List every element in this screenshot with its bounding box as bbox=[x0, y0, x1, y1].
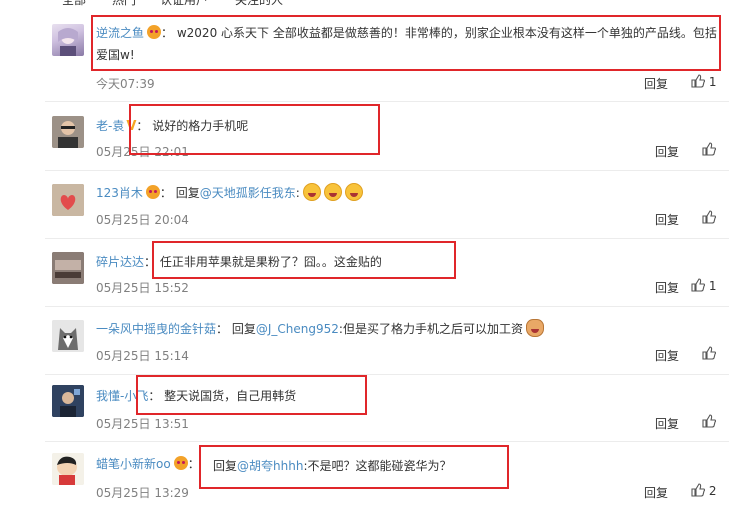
avatar[interactable] bbox=[52, 320, 84, 352]
mention-link[interactable]: @J_Cheng952 bbox=[256, 322, 339, 336]
comment-content: 碎片达达： 任正非用苹果就是果粉了？囧。。这金贴的 bbox=[96, 255, 382, 269]
comment-time: 今天07:39 bbox=[96, 77, 155, 91]
avatar[interactable] bbox=[52, 453, 84, 485]
comment-content: 老-袁 V： 说好的格力手机呢 bbox=[96, 115, 721, 138]
laughing-emoji-icon bbox=[344, 183, 363, 201]
comment-text: 任正非用苹果就是果粉了？囧。。这金贴的 bbox=[159, 255, 382, 269]
comment-username[interactable]: 蜡笔小新新oo bbox=[96, 457, 171, 471]
comment-content: 一朵风中摇曳的金针菇： 回复@J_Cheng952:但是买了格力手机之后可以加工… bbox=[96, 318, 721, 340]
thumbs-up-icon bbox=[691, 278, 705, 292]
comment-username[interactable]: 碎片达达 bbox=[96, 255, 144, 269]
filter-tabs: 全部 热门 认证用户 关注的人 bbox=[0, 0, 751, 8]
tab-all[interactable]: 全部 bbox=[62, 0, 86, 8]
reply-prefix: 回复 bbox=[231, 322, 256, 336]
verified-v-icon: V bbox=[126, 119, 137, 134]
like-button[interactable]: 1 bbox=[691, 278, 716, 293]
comment-username[interactable]: 我懂-小飞 bbox=[96, 389, 148, 403]
laughing-emoji-icon bbox=[323, 183, 342, 201]
comment-content: 我懂-小飞： 整天说国货，自己用韩货 bbox=[96, 389, 297, 403]
reply-button[interactable]: 回复 bbox=[655, 415, 679, 432]
like-button[interactable] bbox=[702, 210, 716, 225]
reply-button[interactable]: 回复 bbox=[655, 347, 679, 364]
like-button[interactable] bbox=[702, 414, 716, 429]
divider bbox=[45, 101, 729, 102]
like-button[interactable]: 1 bbox=[691, 74, 716, 89]
reply-button[interactable]: 回复 bbox=[655, 211, 679, 228]
thumbs-up-icon bbox=[702, 210, 716, 224]
like-button[interactable] bbox=[702, 346, 716, 361]
avatar[interactable] bbox=[52, 116, 84, 148]
tab-hot[interactable]: 热门 bbox=[112, 0, 136, 8]
reply-prefix: 回复 bbox=[175, 186, 200, 200]
like-button[interactable]: 2 bbox=[691, 483, 716, 498]
crown-badge-icon bbox=[173, 456, 188, 470]
divider bbox=[45, 170, 729, 171]
crown-badge-icon bbox=[145, 185, 160, 199]
comment-text: w2020 心系天下 全部收益都是做慈善的！非常棒的，别家企业根本没有这样一个单… bbox=[96, 26, 717, 62]
comment-text: : bbox=[295, 186, 300, 200]
avatar[interactable] bbox=[52, 385, 84, 417]
comment-username[interactable]: 老-袁 bbox=[96, 119, 124, 133]
divider bbox=[45, 374, 729, 375]
comment-username[interactable]: 逆流之鱼 bbox=[96, 26, 144, 40]
like-count: 1 bbox=[708, 279, 717, 293]
comment-time: 05月25日 15:14 bbox=[96, 349, 189, 363]
avatar[interactable] bbox=[52, 252, 84, 284]
tab-following[interactable]: 关注的人 bbox=[235, 0, 283, 8]
like-count: 1 bbox=[708, 75, 717, 89]
comment-content: 逆流之鱼： w2020 心系天下 全部收益都是做慈善的！非常棒的，别家企业根本没… bbox=[96, 25, 717, 62]
thumbs-up-icon bbox=[702, 142, 716, 156]
avatar[interactable] bbox=[52, 24, 84, 56]
laughing-emoji-icon bbox=[302, 183, 321, 201]
comment-time: 05月25日 22:01 bbox=[96, 145, 189, 159]
cat-emoji-icon bbox=[525, 319, 544, 337]
comment-text: :不是吧？这都能碰瓷华为？ bbox=[303, 459, 452, 473]
reply-button[interactable]: 回复 bbox=[644, 75, 668, 92]
comment-text: 整天说国货，自己用韩货 bbox=[164, 389, 297, 403]
comment-body: 回复@胡夸hhhh:不是吧？这都能碰瓷华为？ bbox=[213, 455, 721, 477]
divider bbox=[45, 238, 729, 239]
comment-content: 123肖木： 回复@天地孤影任我东: bbox=[96, 182, 721, 204]
tab-verified[interactable]: 认证用户 bbox=[160, 0, 208, 8]
comment-time: 05月25日 13:51 bbox=[96, 417, 189, 431]
comment-username[interactable]: 123肖木 bbox=[96, 186, 143, 200]
comment-username[interactable]: 一朵风中摇曳的金针菇 bbox=[96, 322, 216, 336]
mention-link[interactable]: @胡夸hhhh bbox=[237, 459, 303, 473]
thumbs-up-icon bbox=[691, 483, 705, 497]
divider bbox=[45, 441, 729, 442]
reply-button[interactable]: 回复 bbox=[655, 279, 679, 296]
avatar[interactable] bbox=[52, 184, 84, 216]
thumbs-up-icon bbox=[702, 346, 716, 360]
mention-link[interactable]: @天地孤影任我东 bbox=[200, 186, 296, 200]
crown-badge-icon bbox=[147, 25, 162, 39]
comment-text: 说好的格力手机呢 bbox=[152, 119, 249, 133]
like-button[interactable] bbox=[702, 142, 716, 157]
like-count: 2 bbox=[708, 484, 717, 498]
comment-time: 05月25日 15:52 bbox=[96, 281, 189, 295]
thumbs-up-icon bbox=[702, 414, 716, 428]
reply-prefix: 回复 bbox=[213, 459, 238, 473]
reply-button[interactable]: 回复 bbox=[644, 484, 668, 501]
divider bbox=[45, 306, 729, 307]
comment-time: 05月25日 20:04 bbox=[96, 213, 189, 227]
reply-button[interactable]: 回复 bbox=[655, 143, 679, 160]
comment-text: :但是买了格力手机之后可以加工资 bbox=[338, 322, 523, 336]
comment-time: 05月25日 13:29 bbox=[96, 486, 189, 500]
thumbs-up-icon bbox=[691, 74, 705, 88]
